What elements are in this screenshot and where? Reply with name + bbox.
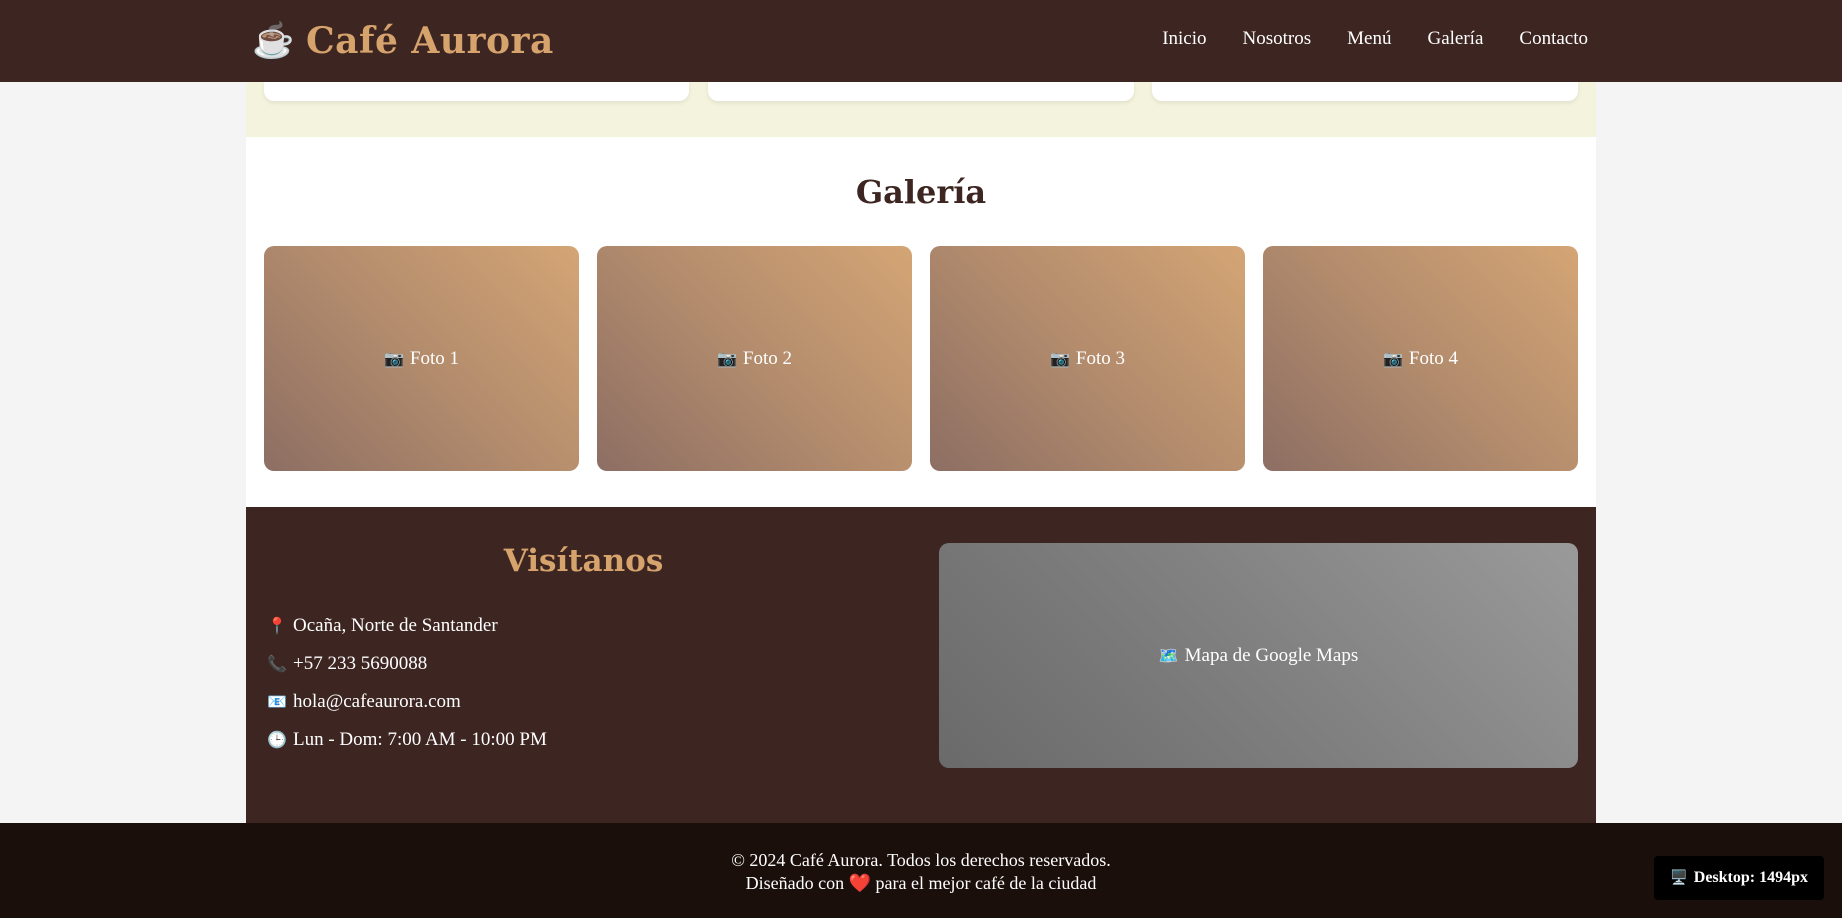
gallery-photo-2[interactable]: 📷 Foto 2 (597, 246, 912, 471)
viewport-badge: 🖥️ Desktop: 1494px (1654, 856, 1824, 900)
contact-address-text: Ocaña, Norte de Santander (293, 615, 498, 636)
photo-label: Foto 2 (742, 347, 793, 369)
site-footer: © 2024 Café Aurora. Todos los derechos r… (0, 823, 1842, 918)
map-placeholder[interactable]: 🗺️ Mapa de Google Maps (939, 543, 1578, 768)
gallery-section: Galería 📷 Foto 1 📷 Foto 2 📷 Foto 3 📷 Fot… (246, 137, 1596, 507)
camera-icon: 📷 (1382, 350, 1403, 368)
nav-link-menu[interactable]: Menú (1347, 28, 1391, 50)
footer-designed-prefix: Diseñado con (745, 873, 845, 893)
gallery-photo-3[interactable]: 📷 Foto 3 (930, 246, 1245, 471)
nav-link-galeria[interactable]: Galería (1427, 28, 1483, 50)
footer-copyright: © 2024 Café Aurora. Todos los derechos r… (731, 850, 1111, 870)
coffee-cup-icon: ☕ (252, 21, 295, 61)
email-icon: 📧 (267, 694, 287, 711)
page-content: Galería 📷 Foto 1 📷 Foto 2 📷 Foto 3 📷 Fot… (246, 0, 1596, 823)
camera-icon: 📷 (1049, 350, 1070, 368)
nav-link-inicio[interactable]: Inicio (1162, 28, 1206, 50)
camera-icon: 📷 (716, 350, 737, 368)
main-nav: Inicio Nosotros Menú Galería Contacto (1126, 28, 1588, 50)
contact-email[interactable]: 📧 hola@cafeaurora.com (266, 683, 547, 721)
logo-text: Café Aurora (306, 20, 554, 62)
gallery-title: Galería (855, 173, 987, 211)
map-icon: 🗺️ (1158, 647, 1179, 665)
contact-hours: 🕒 Lun - Dom: 7:00 AM - 10:00 PM (266, 721, 547, 759)
photo-label: Foto 1 (409, 347, 460, 369)
nav-link-contacto[interactable]: Contacto (1519, 28, 1588, 50)
nav-link-nosotros[interactable]: Nosotros (1243, 28, 1312, 50)
gallery-photo-4[interactable]: 📷 Foto 4 (1263, 246, 1578, 471)
service-card (264, 82, 689, 101)
contact-hours-text: Lun - Dom: 7:00 AM - 10:00 PM (293, 729, 547, 750)
clock-icon: 🕒 (267, 732, 287, 749)
logo[interactable]: ☕ Café Aurora (252, 20, 554, 62)
pin-icon: 📍 (267, 618, 287, 635)
service-card (1152, 82, 1578, 101)
desktop-icon: 🖥️ (1670, 870, 1688, 886)
contact-section: Visítanos 📍 Ocaña, Norte de Santander 📞 … (246, 507, 1596, 823)
map-label: Mapa de Google Maps (1184, 644, 1359, 666)
services-section (246, 82, 1596, 137)
gallery-photo-1[interactable]: 📷 Foto 1 (264, 246, 579, 471)
contact-phone-text: +57 233 5690088 (293, 653, 428, 674)
contact-list: 📍 Ocaña, Norte de Santander 📞 +57 233 56… (266, 607, 547, 759)
service-card (708, 82, 1134, 101)
heart-icon: ❤️ (848, 873, 872, 893)
photo-label: Foto 3 (1075, 347, 1126, 369)
viewport-badge-label: Desktop: 1494px (1693, 869, 1808, 886)
contact-email-text: hola@cafeaurora.com (293, 691, 461, 712)
footer-designed-suffix: para el mejor café de la ciudad (875, 873, 1097, 893)
site-header: ☕ Café Aurora Inicio Nosotros Menú Galer… (0, 0, 1842, 82)
camera-icon: 📷 (383, 350, 404, 368)
footer-designed: Diseñado con ❤️ para el mejor café de la… (0, 873, 1842, 894)
photo-label: Foto 4 (1408, 347, 1459, 369)
header-inner: ☕ Café Aurora Inicio Nosotros Menú Galer… (246, 0, 1596, 82)
contact-title: Visítanos (503, 543, 664, 579)
phone-icon: 📞 (267, 656, 287, 673)
contact-phone[interactable]: 📞 +57 233 5690088 (266, 645, 547, 683)
contact-address: 📍 Ocaña, Norte de Santander (266, 607, 547, 645)
